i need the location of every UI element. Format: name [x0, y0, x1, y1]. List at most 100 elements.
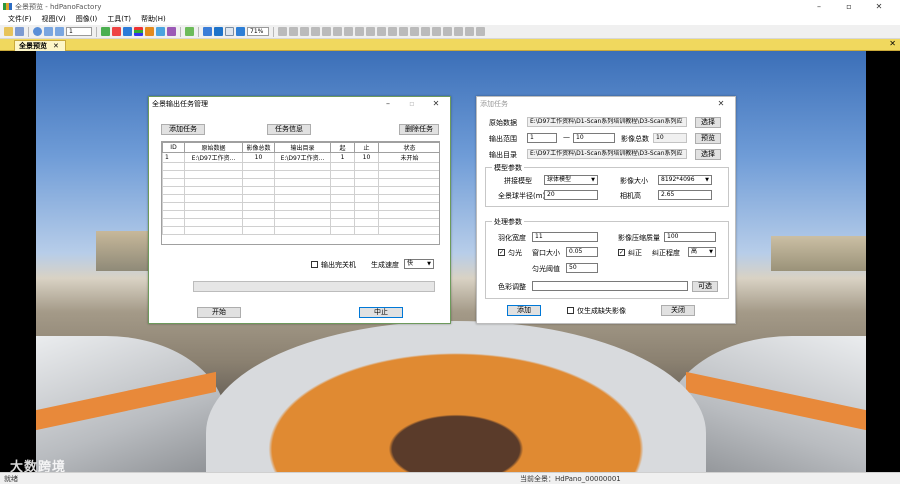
grid-icon[interactable]: [311, 27, 320, 36]
add-task-button[interactable]: 添加任务: [161, 124, 205, 135]
tag-icon[interactable]: [432, 27, 441, 36]
threshold-field[interactable]: 50: [566, 263, 598, 273]
col-end[interactable]: 止: [354, 142, 379, 153]
stitch-select[interactable]: 球体模型 ▼: [544, 175, 598, 185]
col-status[interactable]: 状态: [378, 142, 439, 153]
height-field[interactable]: 2.65: [658, 190, 712, 200]
menu-view[interactable]: 视图(V): [42, 14, 66, 24]
source-browse-button[interactable]: 选择: [695, 117, 721, 128]
cut-icon[interactable]: [421, 27, 430, 36]
col-source[interactable]: 原始数据: [184, 142, 243, 153]
preview-button[interactable]: 预览: [695, 133, 721, 144]
palette-icon[interactable]: [156, 27, 165, 36]
task-list[interactable]: ID 原始数据 影像总数 输出目录 起 止 状态 1 E:\D97工作资... …: [161, 141, 440, 245]
layers-icon[interactable]: [185, 27, 194, 36]
select-icon[interactable]: [225, 27, 234, 36]
stop-button[interactable]: 中止: [359, 307, 403, 318]
minimize-button[interactable]: –: [804, 0, 834, 13]
zoom-icon[interactable]: [465, 27, 474, 36]
toolbar-separator: [198, 26, 199, 37]
link-icon[interactable]: [289, 27, 298, 36]
correct-checkbox[interactable]: ✓: [618, 249, 625, 256]
document-tab-bar: 全景预览 ✕ ✕: [0, 39, 900, 51]
col-start[interactable]: 起: [330, 142, 355, 153]
frame-input[interactable]: 1: [66, 27, 92, 36]
maximize-button[interactable]: ▫: [834, 0, 864, 13]
speed-select[interactable]: 快 ▼: [404, 259, 434, 269]
import-icon[interactable]: [101, 27, 110, 36]
shutdown-checkbox[interactable]: [311, 261, 318, 268]
check-icon[interactable]: [236, 27, 245, 36]
menu-file[interactable]: 文件(F): [8, 14, 32, 24]
paste-icon[interactable]: [355, 27, 364, 36]
task-close-button[interactable]: ✕: [424, 97, 448, 110]
menu-image[interactable]: 图像(I): [76, 14, 98, 24]
compress-field[interactable]: 100: [664, 232, 716, 242]
col-id[interactable]: ID: [162, 142, 185, 153]
tab-close-icon[interactable]: ✕: [53, 42, 59, 50]
table-row[interactable]: 1 E:\D97工作资... 10 E:\D97工作资... 1 10 未开始: [162, 152, 439, 163]
frame-icon[interactable]: [476, 27, 485, 36]
add-task-close-button[interactable]: ✕: [709, 97, 733, 110]
prev-icon[interactable]: [44, 27, 53, 36]
save-icon[interactable]: [15, 27, 24, 36]
color-icon[interactable]: [145, 27, 154, 36]
model-params-title: 模型参数: [492, 163, 524, 173]
star-icon[interactable]: [399, 27, 408, 36]
fit-icon[interactable]: [203, 27, 212, 36]
even-light-checkbox[interactable]: ✓: [498, 249, 505, 256]
move-icon[interactable]: [443, 27, 452, 36]
doc-icon[interactable]: [333, 27, 342, 36]
globe-icon[interactable]: [33, 27, 42, 36]
pin-icon[interactable]: [410, 27, 419, 36]
only-missing-label: 仅生成缺失影像: [577, 307, 626, 315]
menu-help[interactable]: 帮助(H): [141, 14, 166, 24]
task-maximize-button: ▫: [409, 99, 415, 108]
rgb-icon[interactable]: [134, 27, 143, 36]
redo-icon[interactable]: [388, 27, 397, 36]
rotate-icon[interactable]: [366, 27, 375, 36]
radius-field[interactable]: 20: [544, 190, 598, 200]
range-to-field[interactable]: 10: [573, 133, 615, 143]
tab-panorama-preview[interactable]: 全景预览 ✕: [14, 40, 66, 51]
add-icon[interactable]: [454, 27, 463, 36]
total-field: 10: [653, 133, 687, 143]
delete-task-button[interactable]: 删除任务: [399, 124, 439, 135]
task-minimize-button[interactable]: –: [376, 97, 400, 110]
window-size-field[interactable]: 0.05: [566, 247, 598, 257]
filter-icon[interactable]: [167, 27, 176, 36]
only-missing-checkbox[interactable]: [567, 307, 574, 314]
open-icon[interactable]: [4, 27, 13, 36]
edit-icon[interactable]: [278, 27, 287, 36]
close-dialog-button[interactable]: 关闭: [661, 305, 695, 316]
source-field[interactable]: E:\D97工作资料\D1-Scan系列培训教程\D3-Scan系列应: [527, 117, 687, 127]
line-icon[interactable]: [300, 27, 309, 36]
copy-icon[interactable]: [344, 27, 353, 36]
start-button[interactable]: 开始: [197, 307, 241, 318]
col-count[interactable]: 影像总数: [242, 142, 275, 153]
cell-start: 1: [330, 152, 355, 163]
range-from-field[interactable]: 1: [527, 133, 557, 143]
task-info-button[interactable]: 任务信息: [267, 124, 311, 135]
col-output[interactable]: 输出目录: [274, 142, 331, 153]
feather-field[interactable]: 11: [532, 232, 598, 242]
close-window-button[interactable]: ✕: [864, 0, 894, 13]
table-icon[interactable]: [322, 27, 331, 36]
crosshair-icon[interactable]: [214, 27, 223, 36]
next-icon[interactable]: [55, 27, 64, 36]
toolbar-separator: [180, 26, 181, 37]
size-select[interactable]: 8192*4096 ▼: [658, 175, 712, 185]
optional-button[interactable]: 可选: [692, 281, 718, 292]
zoom-select[interactable]: 71%: [247, 27, 269, 36]
pane-close-icon[interactable]: ✕: [889, 39, 896, 48]
export-icon[interactable]: [123, 27, 132, 36]
marker-icon[interactable]: [112, 27, 121, 36]
output-browse-button[interactable]: 选择: [695, 149, 721, 160]
output-field[interactable]: E:\D97工作资料\D1-Scan系列培训教程\D3-Scan系列应: [527, 149, 687, 159]
menu-tools[interactable]: 工具(T): [107, 14, 131, 24]
model-params-group: 模型参数 拼接模型 球体模型 ▼ 影像大小 8192*4096 ▼ 全景球半径(…: [485, 163, 729, 207]
undo-icon[interactable]: [377, 27, 386, 36]
color-adjust-field[interactable]: [532, 281, 688, 291]
correct-level-select[interactable]: 高 ▼: [688, 247, 716, 257]
add-button[interactable]: 添加: [507, 305, 541, 316]
